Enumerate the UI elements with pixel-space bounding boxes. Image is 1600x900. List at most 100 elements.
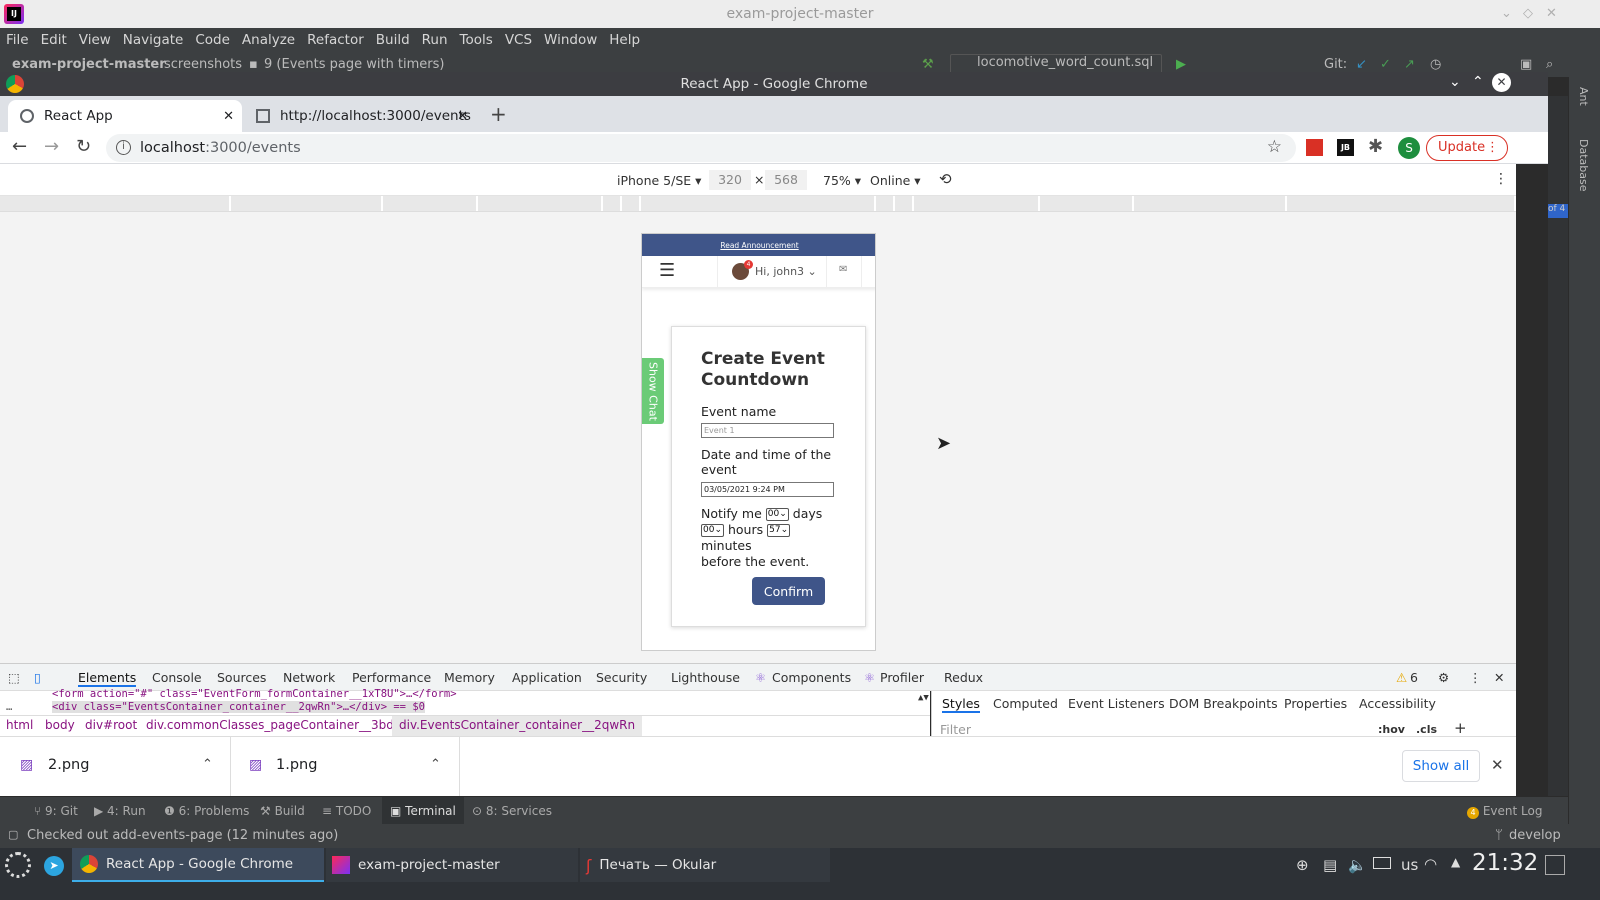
menu-refactor[interactable]: Refactor xyxy=(307,32,364,48)
media-query-bar[interactable] xyxy=(0,196,1516,212)
minutes-select[interactable]: 57⌄ xyxy=(767,524,791,537)
hamburger-menu-icon[interactable]: ☰ xyxy=(659,262,675,280)
styles-tab-computed[interactable]: Computed xyxy=(993,696,1058,711)
styles-tab-properties[interactable]: Properties xyxy=(1284,696,1347,711)
info-icon[interactable]: i xyxy=(116,140,131,155)
devtools-tab-elements[interactable]: Elements xyxy=(78,670,137,687)
devtools-close-icon[interactable]: ✕ xyxy=(1494,670,1504,685)
download-options-icon[interactable]: ⌃ xyxy=(430,757,441,772)
media-query-segment[interactable] xyxy=(622,196,641,211)
date-input[interactable]: 03/05/2021 9:24 PM xyxy=(701,482,834,497)
media-query-segment[interactable] xyxy=(231,196,383,211)
new-style-rule-icon[interactable]: + xyxy=(1454,719,1467,737)
days-select[interactable]: 00⌄ xyxy=(765,508,789,521)
event-name-input[interactable]: Event 1 xyxy=(701,423,834,438)
menu-navigate[interactable]: Navigate xyxy=(123,32,184,48)
media-query-segment[interactable] xyxy=(876,196,895,211)
update-notifier-icon[interactable]: ⊕ xyxy=(1296,856,1309,874)
build-hammer-icon[interactable]: ⚒ xyxy=(922,57,934,72)
tray-expand-icon[interactable]: ▲ xyxy=(1451,855,1460,869)
styles-tab-dom-breakpoints[interactable]: DOM Breakpoints xyxy=(1169,696,1278,711)
volume-icon[interactable]: 🔈 xyxy=(1348,856,1367,874)
menu-run[interactable]: Run xyxy=(422,32,448,48)
download-item[interactable]: ▨ 2.png ⌃ xyxy=(0,737,231,797)
crumb-root[interactable]: div#root xyxy=(85,718,137,732)
breadcrumb-folder[interactable]: screenshots xyxy=(164,57,242,72)
media-query-segment[interactable] xyxy=(603,196,622,211)
forward-icon[interactable]: → xyxy=(44,136,59,157)
announcement-link[interactable]: Read Announcement xyxy=(642,234,875,256)
task-okular[interactable]: ʃ Печать — Okular xyxy=(580,848,830,882)
new-tab-icon[interactable]: + xyxy=(490,102,507,126)
git-history-icon[interactable]: ◷ xyxy=(1430,57,1441,72)
devtools-tab-memory[interactable]: Memory xyxy=(444,670,495,685)
network-select[interactable]: Online ▾ xyxy=(870,173,921,188)
show-chat-tab[interactable]: Show Chat xyxy=(642,358,664,424)
download-item[interactable]: ▨ 1.png ⌃ xyxy=(231,737,460,797)
tool-git[interactable]: ⑂ 9: Git xyxy=(34,804,78,818)
show-all-downloads-button[interactable]: Show all xyxy=(1402,750,1480,782)
zoom-select[interactable]: 75% ▾ xyxy=(823,173,861,188)
styles-tab-styles[interactable]: Styles xyxy=(942,696,980,713)
show-desktop-icon[interactable] xyxy=(1545,855,1565,875)
address-bar[interactable]: i localhost:3000/events ☆ xyxy=(106,134,1296,162)
crumb-page-container[interactable]: div.commonClasses_pageContainer__3bdWV xyxy=(146,718,414,732)
scroll-arrows-icon[interactable]: ▲▼ xyxy=(918,693,929,703)
project-structure-icon[interactable]: ▣ xyxy=(1520,57,1532,72)
styles-filter-input[interactable]: Filter xyxy=(940,722,971,737)
devtools-more-icon[interactable]: ⋮ xyxy=(1469,670,1482,685)
media-query-segment[interactable] xyxy=(1287,196,1516,211)
tool-todo[interactable]: ≡ TODO xyxy=(322,804,371,818)
devtools-tab-application[interactable]: Application xyxy=(512,670,582,685)
devtools-tab-console[interactable]: Console xyxy=(152,670,202,685)
extension-red-icon[interactable] xyxy=(1306,139,1323,156)
chrome-maximize-icon[interactable]: ⌃ xyxy=(1472,74,1484,90)
cls-toggle[interactable]: .cls xyxy=(1416,723,1437,736)
bookmark-star-icon[interactable]: ☆ xyxy=(1267,137,1282,157)
run-config-select[interactable]: locomotive_word_count.sql xyxy=(950,54,1162,74)
crumb-events-container[interactable]: div.EventsContainer_container__2qwRn xyxy=(392,716,643,736)
device-more-icon[interactable]: ⋮ xyxy=(1494,171,1508,187)
menu-analyze[interactable]: Analyze xyxy=(242,32,295,48)
chrome-minimize-icon[interactable]: ⌄ xyxy=(1449,74,1461,90)
devtools-tab-lighthouse[interactable]: Lighthouse xyxy=(671,670,740,685)
breadcrumb-project[interactable]: exam-project-master xyxy=(12,57,166,72)
menu-build[interactable]: Build xyxy=(376,32,410,48)
hours-select[interactable]: 00⌄ xyxy=(701,524,724,537)
mail-icon[interactable]: ✉ xyxy=(839,264,847,275)
tool-database[interactable]: Database xyxy=(1577,139,1590,192)
user-greeting[interactable]: Hi, john3 ⌄ xyxy=(755,265,817,278)
extensions-puzzle-icon[interactable]: ✱ xyxy=(1368,136,1383,157)
menu-vcs[interactable]: VCS xyxy=(505,32,532,48)
download-options-icon[interactable]: ⌃ xyxy=(202,757,213,772)
chrome-close-icon[interactable]: ✕ xyxy=(1492,73,1511,92)
device-width-input[interactable]: 320 xyxy=(709,170,751,190)
clock[interactable]: 21:32 xyxy=(1472,850,1538,876)
media-query-segment[interactable] xyxy=(895,196,914,211)
dom-node[interactable]: <form action="#" class="EventForm_formCo… xyxy=(52,688,457,700)
wifi-icon[interactable]: ◠ xyxy=(1424,855,1437,873)
task-intellij[interactable]: exam-project-master xyxy=(326,848,578,882)
crumb-html[interactable]: html xyxy=(6,718,33,732)
device-toggle-icon[interactable]: ▯ xyxy=(34,670,41,685)
inspect-element-icon[interactable]: ⬚ xyxy=(8,670,20,685)
device-select[interactable]: iPhone 5/SE ▾ xyxy=(617,173,701,188)
git-push-icon[interactable]: ↗ xyxy=(1404,57,1415,72)
device-height-input[interactable]: 568 xyxy=(765,170,807,190)
breadcrumb-file[interactable]: 9 (Events page with timers) xyxy=(264,57,445,72)
tool-run[interactable]: ▶ 4: Run xyxy=(94,804,146,818)
devtools-tab-network[interactable]: Network xyxy=(283,670,335,685)
status-window-icon[interactable]: ▢ xyxy=(8,828,18,841)
reload-icon[interactable]: ↻ xyxy=(76,136,91,157)
back-icon[interactable]: ← xyxy=(12,136,27,157)
telegram-icon[interactable]: ➤ xyxy=(44,856,64,876)
menu-tools[interactable]: Tools xyxy=(460,32,493,48)
battery-icon[interactable] xyxy=(1373,857,1391,869)
git-commit-icon[interactable]: ✓ xyxy=(1380,57,1391,72)
crumb-body[interactable]: body xyxy=(45,718,75,732)
tab-events[interactable]: http://localhost:3000/events ✕ xyxy=(244,100,478,132)
task-chrome[interactable]: React App - Google Chrome xyxy=(72,848,324,882)
warning-icon[interactable]: ⚠ xyxy=(1396,670,1407,685)
menu-code[interactable]: Code xyxy=(195,32,230,48)
devtools-tab-profiler[interactable]: Profiler xyxy=(880,670,924,685)
